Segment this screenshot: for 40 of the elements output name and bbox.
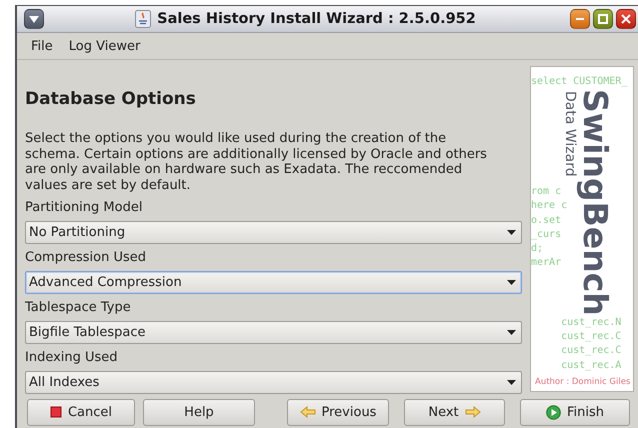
- author-text: Author : Dominic Giles: [535, 377, 632, 387]
- caret-icon: [29, 16, 39, 22]
- field-label: Tablespace Type: [25, 299, 132, 317]
- dialog-button[interactable]: Next: [404, 398, 505, 426]
- left-arrow-icon: [300, 406, 316, 418]
- dropdown-arrow-icon: [507, 280, 516, 285]
- minimize-button[interactable]: [570, 9, 590, 29]
- code-text: select CUSTOMER_: [531, 75, 628, 89]
- menu-item[interactable]: Log Viewer: [68, 38, 140, 54]
- dropdown-arrow-icon: [507, 230, 516, 235]
- maximize-icon: [598, 14, 608, 24]
- close-icon: [621, 14, 631, 24]
- java-icon: [135, 10, 152, 28]
- dialog-button[interactable]: Previous: [287, 398, 389, 426]
- dropdown-arrow-icon: [507, 330, 516, 335]
- stop-icon: [50, 406, 62, 418]
- field-label: Indexing Used: [25, 349, 119, 367]
- window-menu-button[interactable]: [24, 9, 44, 29]
- maximize-button[interactable]: [593, 9, 613, 29]
- play-icon: [546, 404, 561, 420]
- logo-subtitle: Data Wizard: [563, 91, 577, 177]
- code-text: cust_rec.N cust_rec.C cust_rec.C cust_rec.A: [560, 316, 622, 373]
- window-title: Sales History Install Wizard : 2.5.0.952: [157, 11, 476, 27]
- menu-item[interactable]: File: [31, 38, 53, 54]
- minimize-icon: [576, 18, 584, 20]
- dropdown[interactable]: All Indexes: [25, 371, 522, 394]
- right-arrow-icon: [464, 406, 481, 418]
- dropdown-arrow-icon: [507, 380, 516, 385]
- page-heading: Database Options: [25, 89, 197, 109]
- dropdown[interactable]: Bigfile Tablespace: [25, 321, 522, 344]
- dropdown[interactable]: No Partitioning: [25, 221, 522, 244]
- logo-text: SwingBench: [579, 89, 612, 316]
- dialog-button[interactable]: Help: [143, 398, 255, 426]
- field-label: Partitioning Model: [25, 199, 144, 217]
- description-text: Select the options you would like used during the creation of the schema. Certain options are additionally licensed by Oracle and others are only available on hardware such as Exadata. The reccomended values are set by default.: [25, 131, 488, 193]
- dialog-button[interactable]: Cancel: [27, 398, 135, 426]
- field-label: Compression Used: [25, 249, 148, 267]
- dropdown[interactable]: Advanced Compression: [25, 271, 522, 294]
- dialog-button[interactable]: Finish: [520, 398, 630, 426]
- close-button[interactable]: [616, 9, 636, 29]
